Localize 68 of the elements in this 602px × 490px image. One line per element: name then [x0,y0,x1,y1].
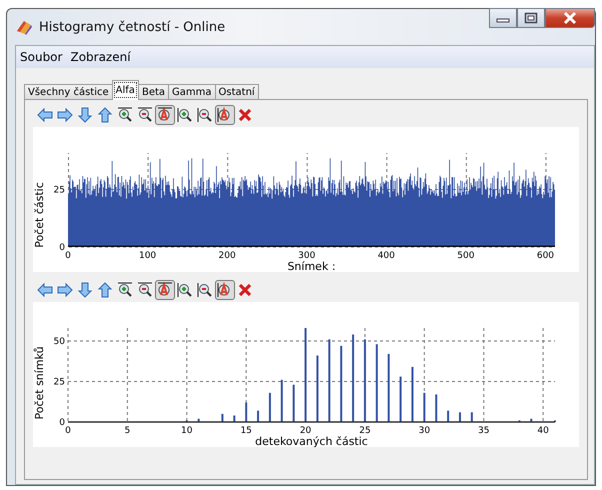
tab[interactable]: Alfa [112,80,139,100]
tick-label: 20 [300,426,312,436]
down-arrow-button[interactable] [75,105,95,125]
tick-label: 25 [54,186,65,196]
right-arrow-button[interactable] [55,280,75,300]
menu-item[interactable]: Soubor [20,50,62,64]
bar [268,392,271,422]
tick-label: 5 [124,426,130,436]
tick-label: 30 [418,426,430,436]
tick-label: 0 [59,418,65,428]
bar [400,376,402,422]
down-arrow-button[interactable] [75,280,95,300]
tick-label: 40 [537,426,549,436]
autoscale-button[interactable] [215,105,235,125]
bar [458,412,461,422]
bar [470,412,473,422]
bar [257,410,260,422]
tab[interactable]: Ostatní [214,84,259,100]
tick-label: 35 [478,426,490,436]
bar [198,418,200,422]
autoscale-button[interactable] [215,280,235,300]
tick-label: 400 [378,251,395,261]
axis-label: Počet snímků [33,346,46,420]
bar [435,394,438,422]
axis-label: Počet částic [33,182,46,248]
tab[interactable]: Gamma [168,84,216,100]
app-icon [15,19,33,35]
bar [245,402,248,422]
bar [388,354,390,422]
bar [316,356,318,422]
tick-label: 25 [54,377,65,388]
bar [292,384,295,422]
minimize-button[interactable] [489,8,517,28]
bar [411,366,414,422]
menu-item[interactable]: Zobrazení [70,50,131,64]
tick-label: 500 [457,251,474,261]
bar [280,380,283,422]
bar [447,410,450,422]
axis-label: detekovaných částic [255,435,368,447]
left-arrow-button[interactable] [35,105,55,125]
left-arrow-button[interactable] [35,280,55,300]
window-title: Histogramy četností - Online [39,20,226,34]
tick-label: 300 [298,251,316,261]
right-arrow-button[interactable] [55,105,75,125]
close-button[interactable] [545,8,595,28]
tick-label: 100 [138,251,156,261]
tick-label: 600 [536,251,554,261]
bar [221,414,224,422]
axis-label: Snímek : [287,260,336,272]
tick-label: 50 [54,336,65,347]
autoscale-button[interactable] [155,105,175,125]
up-arrow-button[interactable] [95,280,115,300]
tick-label: 15 [240,426,252,436]
tick-label: 0 [59,243,65,253]
tick-label: 10 [181,426,192,436]
tick-label: 25 [359,426,371,436]
up-arrow-button[interactable] [95,105,115,125]
tick-label: 0 [65,251,71,261]
tick-label: 0 [65,426,71,436]
bar [423,392,426,422]
maximize-icon [524,12,538,24]
maximize-button[interactable] [517,8,545,28]
bar [233,416,236,422]
bar [530,418,532,422]
tick-label: 200 [218,251,236,261]
tab[interactable]: Všechny částice [24,84,113,100]
autoscale-button[interactable] [155,280,175,300]
close-icon [562,11,578,25]
